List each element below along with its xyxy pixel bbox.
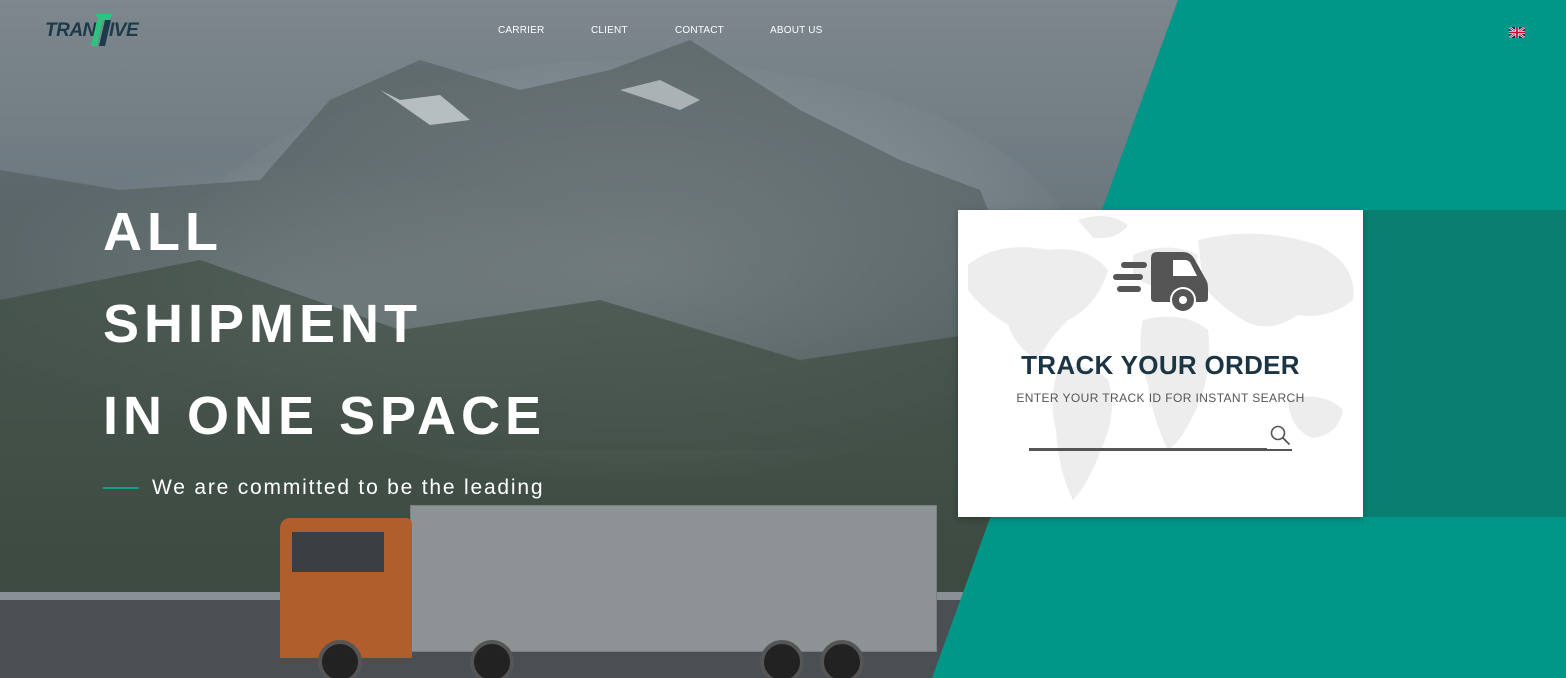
logo[interactable]: TRAN IVE [45, 14, 140, 46]
input-underline [1029, 449, 1292, 451]
search-icon[interactable] [1269, 424, 1291, 446]
truck-icon [1113, 252, 1208, 313]
teal-dark-band [1362, 210, 1566, 517]
logo-text-part2: IVE [109, 20, 139, 41]
tagline: We are committed to be the leading [152, 476, 545, 499]
nav-link-about-us[interactable]: ABOUT US [770, 25, 823, 36]
headline-line-2: SHIPMENT [103, 294, 423, 354]
truck-wheel [760, 640, 804, 678]
nav-link-client[interactable]: CLIENT [591, 25, 628, 36]
truck-window [292, 532, 384, 572]
track-subtitle: ENTER YOUR TRACK ID FOR INSTANT SEARCH [1016, 391, 1305, 405]
truck-wheel [820, 640, 864, 678]
truck-wheel [318, 640, 362, 678]
tagline-accent-line [103, 487, 139, 489]
truck-trailer [410, 505, 937, 652]
headline-line-1: ALL [103, 202, 223, 262]
truck-wheel [470, 640, 514, 678]
track-id-input[interactable] [1029, 422, 1267, 450]
top-nav: TRAN IVE CARRIER CLIENT CONTACT ABOUT US [0, 0, 1566, 60]
track-order-card: TRACK YOUR ORDER ENTER YOUR TRACK ID FOR… [958, 210, 1363, 517]
headline-line-3: IN ONE SPACE [103, 386, 547, 446]
uk-flag-icon[interactable] [1509, 27, 1525, 38]
nav-link-carrier[interactable]: CARRIER [498, 25, 544, 36]
nav-link-contact[interactable]: CONTACT [675, 25, 724, 36]
track-title: TRACK YOUR ORDER [1021, 350, 1300, 380]
